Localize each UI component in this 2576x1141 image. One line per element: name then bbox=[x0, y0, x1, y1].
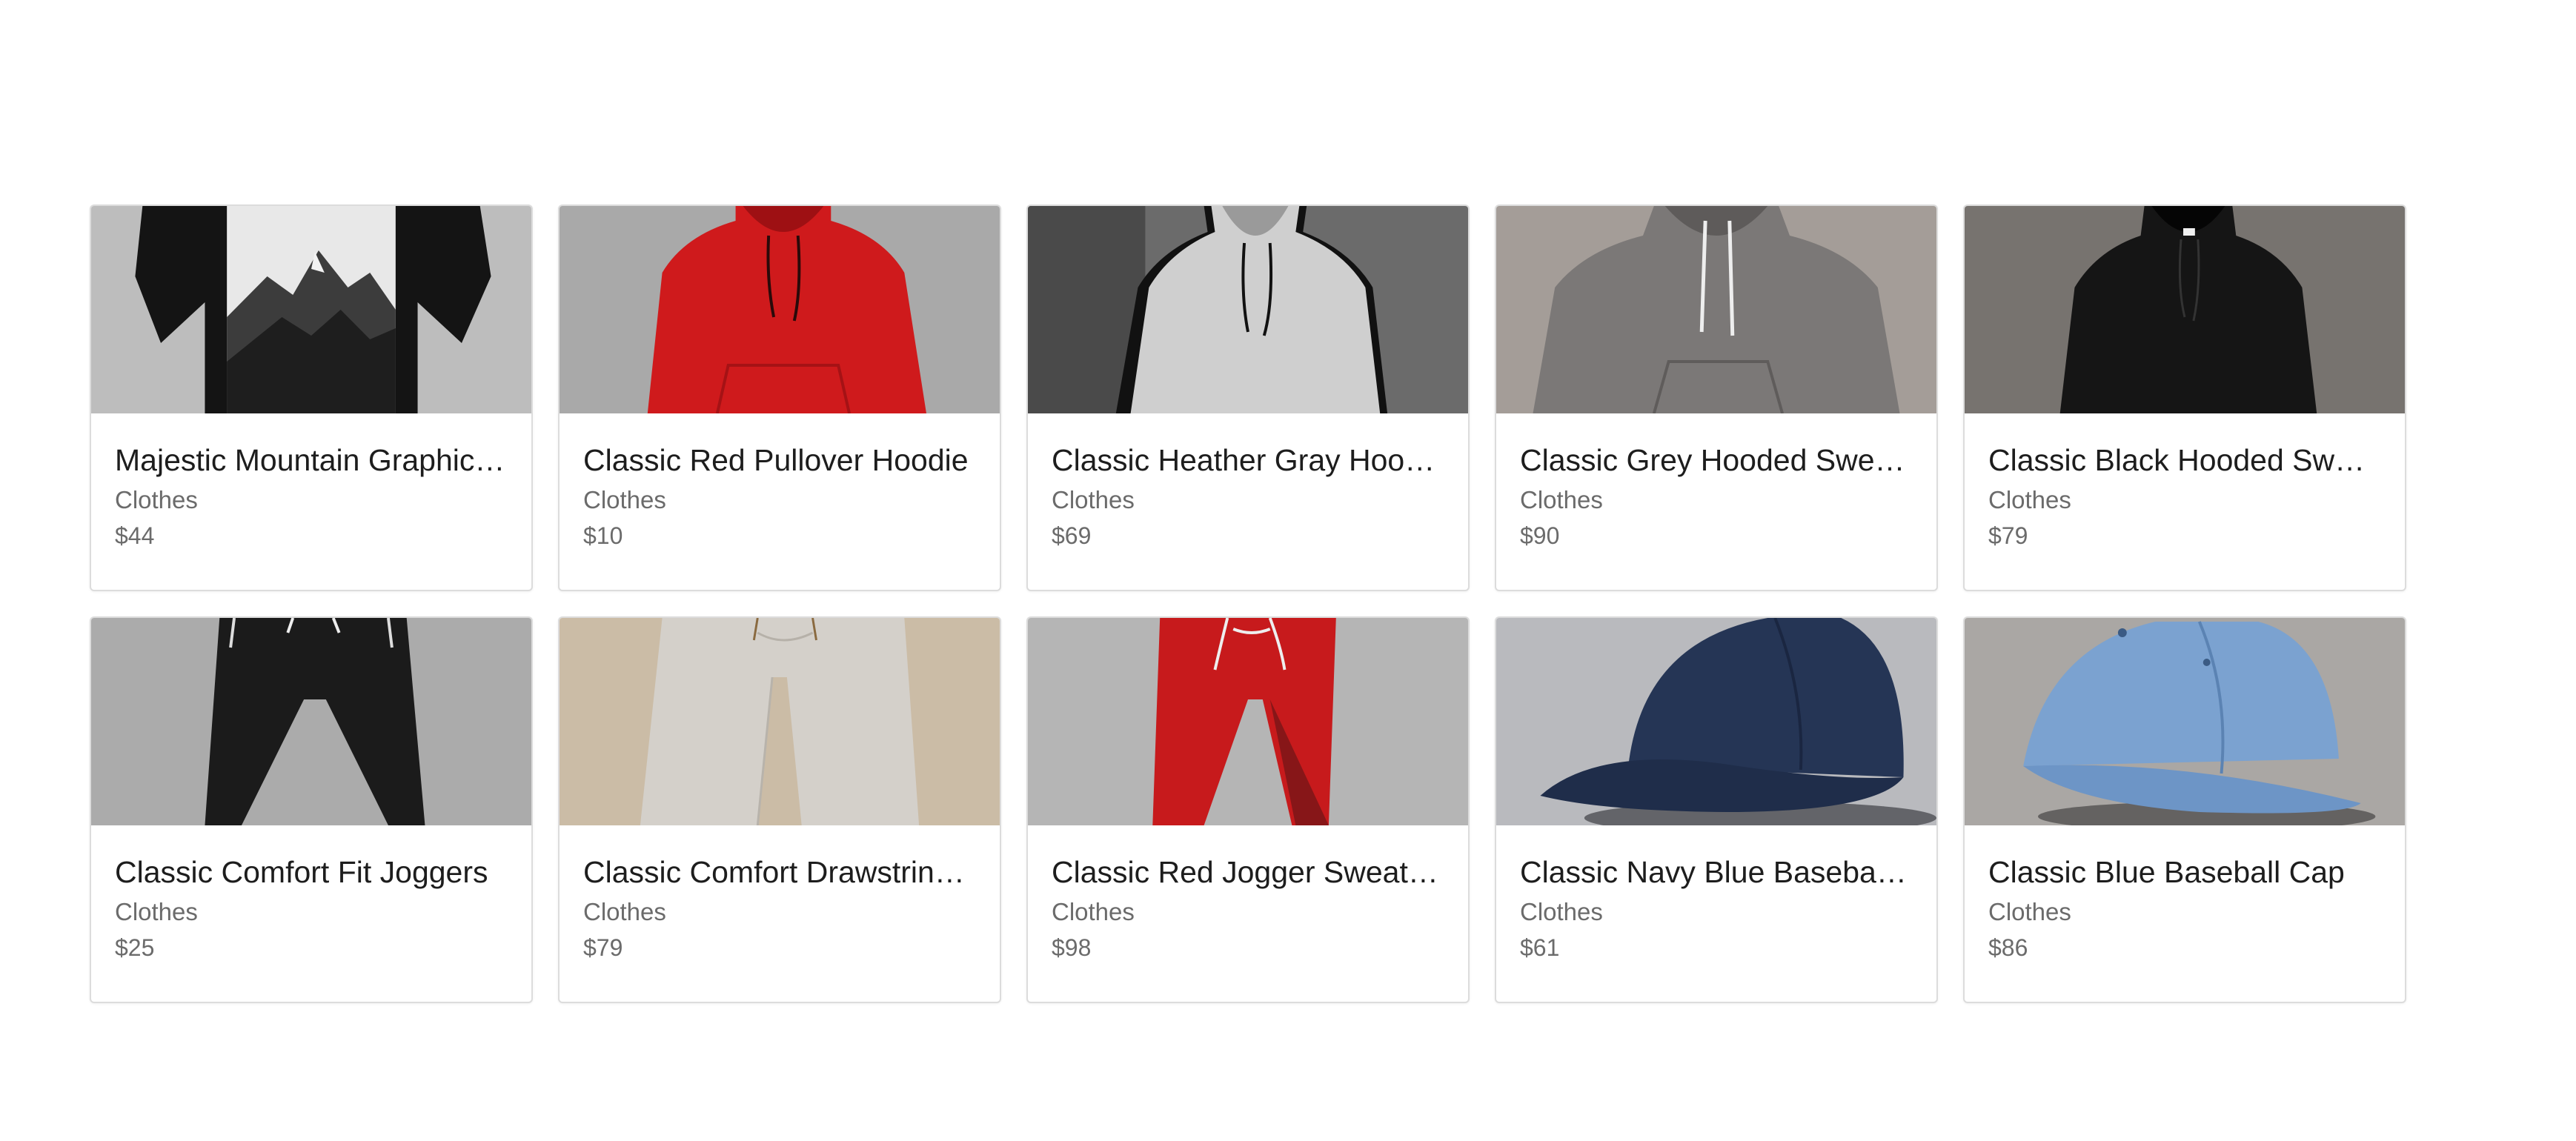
product-title[interactable]: Classic Blue Baseball Cap bbox=[1988, 854, 2381, 891]
product-image[interactable] bbox=[1496, 206, 1936, 413]
product-image[interactable] bbox=[1965, 206, 2405, 413]
product-category: Clothes bbox=[583, 898, 666, 925]
product-price: $98 bbox=[1052, 934, 1092, 961]
product-image[interactable] bbox=[560, 206, 1000, 413]
product-image[interactable] bbox=[91, 618, 531, 825]
product-card[interactable]: Classic Comfort Fit Joggers Clothes $25 bbox=[90, 616, 533, 1003]
grey-hooded-sweatshirt-image bbox=[1496, 206, 1936, 413]
black-hooded-sweatshirt-image bbox=[1965, 206, 2405, 413]
product-card[interactable]: Classic Blue Baseball Cap Clothes $86 bbox=[1963, 616, 2406, 1003]
black-graphic-tshirt-image bbox=[91, 206, 531, 413]
product-image[interactable] bbox=[1965, 618, 2405, 825]
product-price: $44 bbox=[115, 522, 155, 549]
product-category: Clothes bbox=[115, 486, 198, 513]
product-category: Clothes bbox=[1520, 486, 1603, 513]
product-category: Clothes bbox=[1988, 486, 2071, 513]
product-category: Clothes bbox=[583, 486, 666, 513]
product-title[interactable]: Classic Comfort Fit Joggers bbox=[115, 854, 508, 891]
product-card[interactable]: Classic Comfort Drawstring Joggers Cloth… bbox=[558, 616, 1001, 1003]
blue-cap-image bbox=[1965, 618, 2405, 825]
gray-hoodie-image bbox=[1028, 206, 1468, 413]
product-title[interactable]: Classic Black Hooded Sweatshirt bbox=[1988, 442, 2381, 479]
product-title[interactable]: Classic Heather Gray Hoodie bbox=[1052, 442, 1444, 479]
product-card[interactable]: Classic Black Hooded Sweatshirt Clothes … bbox=[1963, 204, 2406, 591]
product-title[interactable]: Classic Red Pullover Hoodie bbox=[583, 442, 976, 479]
product-category: Clothes bbox=[115, 898, 198, 925]
product-price: $69 bbox=[1052, 522, 1092, 549]
product-card[interactable]: Classic Red Pullover Hoodie Clothes $10 bbox=[558, 204, 1001, 591]
product-price: $61 bbox=[1520, 934, 1560, 961]
product-title[interactable]: Classic Navy Blue Baseball Cap bbox=[1520, 854, 1913, 891]
product-price: $86 bbox=[1988, 934, 2028, 961]
product-card[interactable]: Classic Grey Hooded Sweatshirt Clothes $… bbox=[1495, 204, 1938, 591]
product-title[interactable]: Classic Comfort Drawstring Joggers bbox=[583, 854, 976, 891]
product-image[interactable] bbox=[1028, 206, 1468, 413]
product-image[interactable] bbox=[91, 206, 531, 413]
product-grid: Majestic Mountain Graphic Tee Clothes $4… bbox=[90, 204, 2409, 1003]
product-price: $90 bbox=[1520, 522, 1560, 549]
product-title[interactable]: Classic Red Jogger Sweatpants bbox=[1052, 854, 1444, 891]
product-card[interactable]: Classic Navy Blue Baseball Cap Clothes $… bbox=[1495, 616, 1938, 1003]
product-price: $79 bbox=[583, 934, 623, 961]
product-image[interactable] bbox=[1028, 618, 1468, 825]
product-listing-page: Majestic Mountain Graphic Tee Clothes $4… bbox=[0, 0, 2576, 1141]
product-title[interactable]: Classic Grey Hooded Sweatshirt bbox=[1520, 442, 1913, 479]
red-joggers-image bbox=[1028, 618, 1468, 825]
product-category: Clothes bbox=[1520, 898, 1603, 925]
navy-cap-image bbox=[1496, 618, 1936, 825]
black-joggers-image bbox=[91, 618, 531, 825]
product-title[interactable]: Majestic Mountain Graphic Tee bbox=[115, 442, 508, 479]
red-hoodie-image bbox=[560, 206, 1000, 413]
beige-joggers-image bbox=[560, 618, 1000, 825]
product-price: $10 bbox=[583, 522, 623, 549]
product-card[interactable]: Classic Heather Gray Hoodie Clothes $69 bbox=[1026, 204, 1470, 591]
product-price: $25 bbox=[115, 934, 155, 961]
product-category: Clothes bbox=[1052, 898, 1135, 925]
product-category: Clothes bbox=[1052, 486, 1135, 513]
product-card[interactable]: Classic Red Jogger Sweatpants Clothes $9… bbox=[1026, 616, 1470, 1003]
product-category: Clothes bbox=[1988, 898, 2071, 925]
product-card[interactable]: Majestic Mountain Graphic Tee Clothes $4… bbox=[90, 204, 533, 591]
product-image[interactable] bbox=[1496, 618, 1936, 825]
product-price: $79 bbox=[1988, 522, 2028, 549]
product-image[interactable] bbox=[560, 618, 1000, 825]
